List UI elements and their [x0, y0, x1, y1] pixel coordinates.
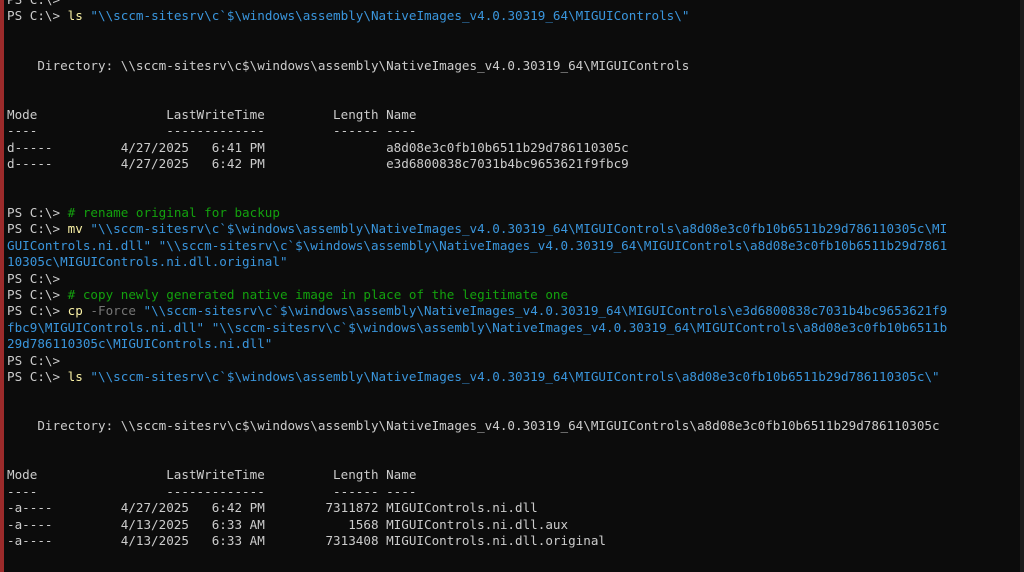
str-text: "\\sccm-sitesrv\c`$\windows\assembly\Nat…: [82, 221, 948, 237]
plain-text: -a---- 4/27/2025 6:42 PM 7311872 MIGUICo…: [7, 500, 538, 516]
plain-text: ---- ------------- ------ ----: [7, 123, 417, 139]
terminal-line: PS C:\> mv "\\sccm-sitesrv\c`$\windows\a…: [7, 221, 1018, 237]
terminal-line: Directory: \\sccm-sitesrv\c$\windows\ass…: [7, 58, 1018, 74]
str-text: 29d786110305c\MIGUIControls.ni.dll": [7, 336, 273, 352]
plain-text: Directory: \\sccm-sitesrv\c$\windows\ass…: [7, 418, 940, 434]
terminal-line: d----- 4/27/2025 6:41 PM a8d08e3c0fb10b6…: [7, 140, 1018, 156]
prompt-text: PS C:\>: [7, 205, 68, 221]
terminal-line: Mode LastWriteTime Length Name: [7, 467, 1018, 483]
terminal-line: -a---- 4/27/2025 6:42 PM 7311872 MIGUICo…: [7, 500, 1018, 516]
str-text: 10305c\MIGUIControls.ni.dll.original": [7, 254, 288, 270]
terminal-line: -a---- 4/13/2025 6:33 AM 1568 MIGUIContr…: [7, 517, 1018, 533]
cmd-text: cp: [67, 303, 83, 319]
prompt-text: PS C:\>: [7, 221, 68, 237]
terminal-line: PS C:\>: [7, 353, 1018, 369]
param-text: -Force: [82, 303, 136, 319]
terminal-line: d----- 4/27/2025 6:42 PM e3d6800838c7031…: [7, 156, 1018, 172]
str-text: "\\sccm-sitesrv\c`$\windows\assembly\Nat…: [135, 303, 948, 319]
terminal-line: 10305c\MIGUIControls.ni.dll.original": [7, 254, 1018, 270]
terminal-line: ---- ------------- ------ ----: [7, 123, 1018, 139]
str-text: fbc9\MIGUIControls.ni.dll" "\\sccm-sites…: [7, 319, 948, 335]
terminal-line: fbc9\MIGUIControls.ni.dll" "\\sccm-sites…: [7, 320, 1018, 336]
terminal-line: GUIControls.ni.dll" "\\sccm-sitesrv\c`$\…: [7, 238, 1018, 254]
terminal-line: PS C:\> ls "\\sccm-sitesrv\c`$\windows\a…: [7, 8, 1018, 24]
plain-text: d----- 4/27/2025 6:41 PM a8d08e3c0fb10b6…: [7, 139, 629, 155]
comment-text: # rename original for backup: [67, 205, 280, 221]
terminal-line: Directory: \\sccm-sitesrv\c$\windows\ass…: [7, 418, 1018, 434]
prompt-text: PS C:\>: [7, 8, 68, 24]
plain-text: ---- ------------- ------ ----: [7, 483, 417, 499]
prompt-text: PS C:\>: [7, 270, 61, 286]
terminal-line: 29d786110305c\MIGUIControls.ni.dll": [7, 336, 1018, 352]
prompt-text: PS C:\>: [7, 287, 68, 303]
terminal-line: -a---- 4/13/2025 6:33 AM 7313408 MIGUICo…: [7, 533, 1018, 549]
prompt-text: PS C:\>: [7, 352, 61, 368]
prompt-text: PS C:\>: [7, 0, 60, 7]
terminal-line: PS C:\> # rename original for backup: [7, 205, 1018, 221]
cmd-text: mv: [67, 221, 83, 237]
comment-text: # copy newly generated native image in p…: [67, 287, 569, 303]
plain-text: -a---- 4/13/2025 6:33 AM 7313408 MIGUICo…: [7, 532, 606, 548]
terminal-window[interactable]: PS C:\>PS C:\> ls "\\sccm-sitesrv\c`$\wi…: [0, 0, 1024, 572]
plain-text: -a---- 4/13/2025 6:33 AM 1568 MIGUIContr…: [7, 516, 569, 532]
str-text: "\\sccm-sitesrv\c`$\windows\assembly\Nat…: [82, 8, 690, 24]
cmd-text: ls: [67, 368, 83, 384]
terminal-line: PS C:\>: [7, 0, 1018, 8]
window-left-border: [0, 0, 4, 572]
terminal-line: ---- ------------- ------ ----: [7, 484, 1018, 500]
plain-text: Mode LastWriteTime Length Name: [7, 467, 417, 483]
plain-text: Mode LastWriteTime Length Name: [7, 106, 417, 122]
str-text: "\\sccm-sitesrv\c`$\windows\assembly\Nat…: [82, 368, 940, 384]
plain-text: d----- 4/27/2025 6:42 PM e3d6800838c7031…: [7, 155, 629, 171]
terminal-line: PS C:\> cp -Force "\\sccm-sitesrv\c`$\wi…: [7, 303, 1018, 319]
terminal-output[interactable]: PS C:\>PS C:\> ls "\\sccm-sitesrv\c`$\wi…: [7, 0, 1018, 549]
terminal-line: Mode LastWriteTime Length Name: [7, 107, 1018, 123]
prompt-text: PS C:\>: [7, 368, 68, 384]
cmd-text: ls: [67, 8, 83, 24]
scrollbar[interactable]: [1020, 0, 1024, 572]
terminal-line: PS C:\>: [7, 271, 1018, 287]
terminal-line: PS C:\> # copy newly generated native im…: [7, 287, 1018, 303]
plain-text: Directory: \\sccm-sitesrv\c$\windows\ass…: [7, 57, 690, 73]
prompt-text: PS C:\>: [7, 303, 68, 319]
terminal-line: PS C:\> ls "\\sccm-sitesrv\c`$\windows\a…: [7, 369, 1018, 385]
str-text: GUIControls.ni.dll" "\\sccm-sitesrv\c`$\…: [7, 237, 948, 253]
